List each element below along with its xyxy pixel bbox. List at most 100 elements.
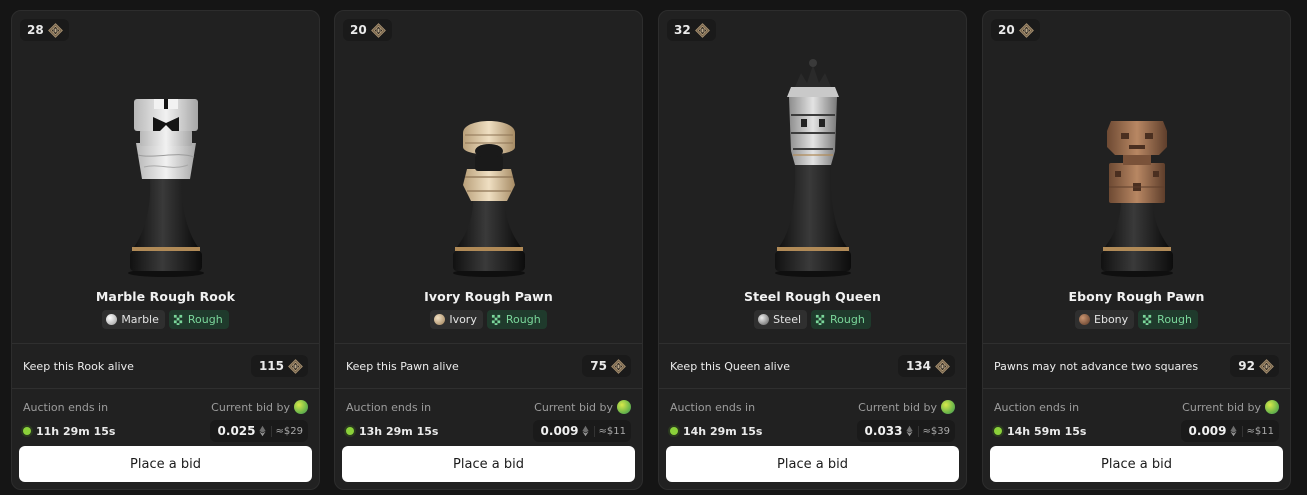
objective-row: Keep this Pawn alive 75 <box>335 344 642 388</box>
bid-usd: ≈$29 <box>270 425 303 437</box>
material-tag: Steel <box>754 310 808 329</box>
auction-ends-label: Auction ends in <box>346 400 432 414</box>
material-label: Ivory <box>449 313 477 326</box>
marble-material-icon <box>106 314 118 325</box>
auction-card[interactable]: 20 Ebony Rough Pawn Ebony Rough Pawns ma… <box>982 10 1291 490</box>
countdown: 14h 59m 15s <box>994 425 1086 438</box>
bidder-avatar[interactable] <box>1265 400 1279 414</box>
time-left: 13h 29m 15s <box>359 424 439 438</box>
reward-value: 134 <box>905 359 931 373</box>
piece-name: Steel Rough Queen <box>744 289 881 304</box>
place-bid-button[interactable]: Place a bid <box>666 446 959 482</box>
reward-value: 115 <box>258 359 284 373</box>
usd-value: $11 <box>606 425 626 437</box>
reward-pill: 115 <box>250 355 308 377</box>
queen-piece-image <box>659 51 967 281</box>
place-bid-button[interactable]: Place a bid <box>342 446 635 482</box>
coin-icon <box>48 23 63 38</box>
current-bidder[interactable]: Current bid by <box>858 400 955 414</box>
finish-label: Rough <box>505 313 541 326</box>
objective-row: Keep this Rook alive 115 <box>12 344 319 388</box>
rook-piece-image <box>12 51 320 281</box>
level-badge: 20 <box>343 19 392 41</box>
auction-card[interactable]: 20 Ivory Rough Pawn Ivory Rough Keep thi… <box>334 10 643 490</box>
checkered-icon <box>491 314 502 325</box>
divider <box>983 388 1290 389</box>
current-bidder[interactable]: Current bid by <box>534 400 631 414</box>
eth-icon <box>259 425 266 437</box>
bid-usd: ≈$11 <box>1241 425 1274 437</box>
pawn-piece-image <box>983 51 1291 281</box>
place-bid-button[interactable]: Place a bid <box>990 446 1283 482</box>
checkered-icon <box>173 314 184 325</box>
auction-ends-label: Auction ends in <box>670 400 756 414</box>
steel-material-icon <box>758 314 770 325</box>
usd-prefix: ≈ <box>275 425 284 437</box>
coin-icon <box>288 359 303 374</box>
live-indicator-icon <box>23 427 31 435</box>
current-bid-label: Current bid by <box>1182 400 1261 414</box>
bid-amount: 0.009 <box>540 424 579 438</box>
divider <box>12 388 319 389</box>
auction-info: Auction ends in Current bid by 13h 29m 1… <box>335 399 642 443</box>
countdown: 13h 29m 15s <box>346 425 438 438</box>
material-tag: Ivory <box>430 310 483 329</box>
bid-usd: ≈$11 <box>593 425 626 437</box>
reward-pill: 75 <box>582 355 631 377</box>
live-indicator-icon <box>994 427 1002 435</box>
finish-tag: Rough <box>811 310 871 329</box>
reward-pill: 134 <box>897 355 955 377</box>
coin-icon <box>695 23 710 38</box>
usd-value: $11 <box>1254 425 1274 437</box>
bidder-avatar[interactable] <box>941 400 955 414</box>
auction-info: Auction ends in Current bid by 14h 29m 1… <box>659 399 966 443</box>
finish-tag: Rough <box>486 310 547 329</box>
auction-info: Auction ends in Current bid by 11h 29m 1… <box>12 399 319 443</box>
finish-label: Rough <box>830 313 865 326</box>
ebony-material-icon <box>1079 314 1091 325</box>
bidder-avatar[interactable] <box>294 400 308 414</box>
auction-card[interactable]: 28 Marble Rough Rook Marble Rough Keep t… <box>11 10 320 490</box>
current-bid-label: Current bid by <box>858 400 937 414</box>
current-bid-pill: 0.009 ≈$11 <box>532 420 631 442</box>
ivory-material-icon <box>434 314 446 325</box>
bidder-avatar[interactable] <box>617 400 631 414</box>
material-label: Ebony <box>1094 313 1129 326</box>
level-value: 28 <box>27 23 44 37</box>
coin-icon <box>1259 359 1274 374</box>
piece-name: Ivory Rough Pawn <box>424 289 553 304</box>
live-indicator-icon <box>346 427 354 435</box>
auction-ends-label: Auction ends in <box>994 400 1080 414</box>
time-left: 14h 29m 15s <box>683 424 763 438</box>
eth-icon <box>906 425 913 437</box>
auction-card-grid: 28 Marble Rough Rook Marble Rough Keep t… <box>11 10 1291 490</box>
material-label: Steel <box>773 313 802 326</box>
auction-info: Auction ends in Current bid by 14h 59m 1… <box>983 399 1290 443</box>
current-bidder[interactable]: Current bid by <box>211 400 308 414</box>
objective-row: Keep this Queen alive 134 <box>659 344 966 388</box>
pawn-piece-image <box>335 51 643 281</box>
current-bid-pill: 0.025 ≈$29 <box>209 420 308 442</box>
auction-card[interactable]: 32 Steel Rough Queen Steel Rough Keep th… <box>658 10 967 490</box>
coin-icon <box>935 359 950 374</box>
bid-usd: ≈$39 <box>917 425 950 437</box>
piece-tags: Marble Rough <box>12 310 319 329</box>
level-badge: 28 <box>20 19 69 41</box>
coin-icon <box>1019 23 1034 38</box>
eth-icon <box>1230 425 1237 437</box>
place-bid-button[interactable]: Place a bid <box>19 446 312 482</box>
reward-pill: 92 <box>1230 355 1279 377</box>
current-bidder[interactable]: Current bid by <box>1182 400 1279 414</box>
material-tag: Marble <box>102 310 165 329</box>
checkered-icon <box>1142 314 1153 325</box>
usd-value: $39 <box>930 425 950 437</box>
objective-text: Keep this Pawn alive <box>346 359 459 373</box>
usd-prefix: ≈ <box>1246 425 1255 437</box>
piece-tags: Ebony Rough <box>983 310 1290 329</box>
live-indicator-icon <box>670 427 678 435</box>
countdown: 11h 29m 15s <box>23 425 115 438</box>
reward-value: 75 <box>590 359 607 373</box>
level-value: 32 <box>674 23 691 37</box>
bid-amount: 0.025 <box>217 424 256 438</box>
current-bid-label: Current bid by <box>534 400 613 414</box>
